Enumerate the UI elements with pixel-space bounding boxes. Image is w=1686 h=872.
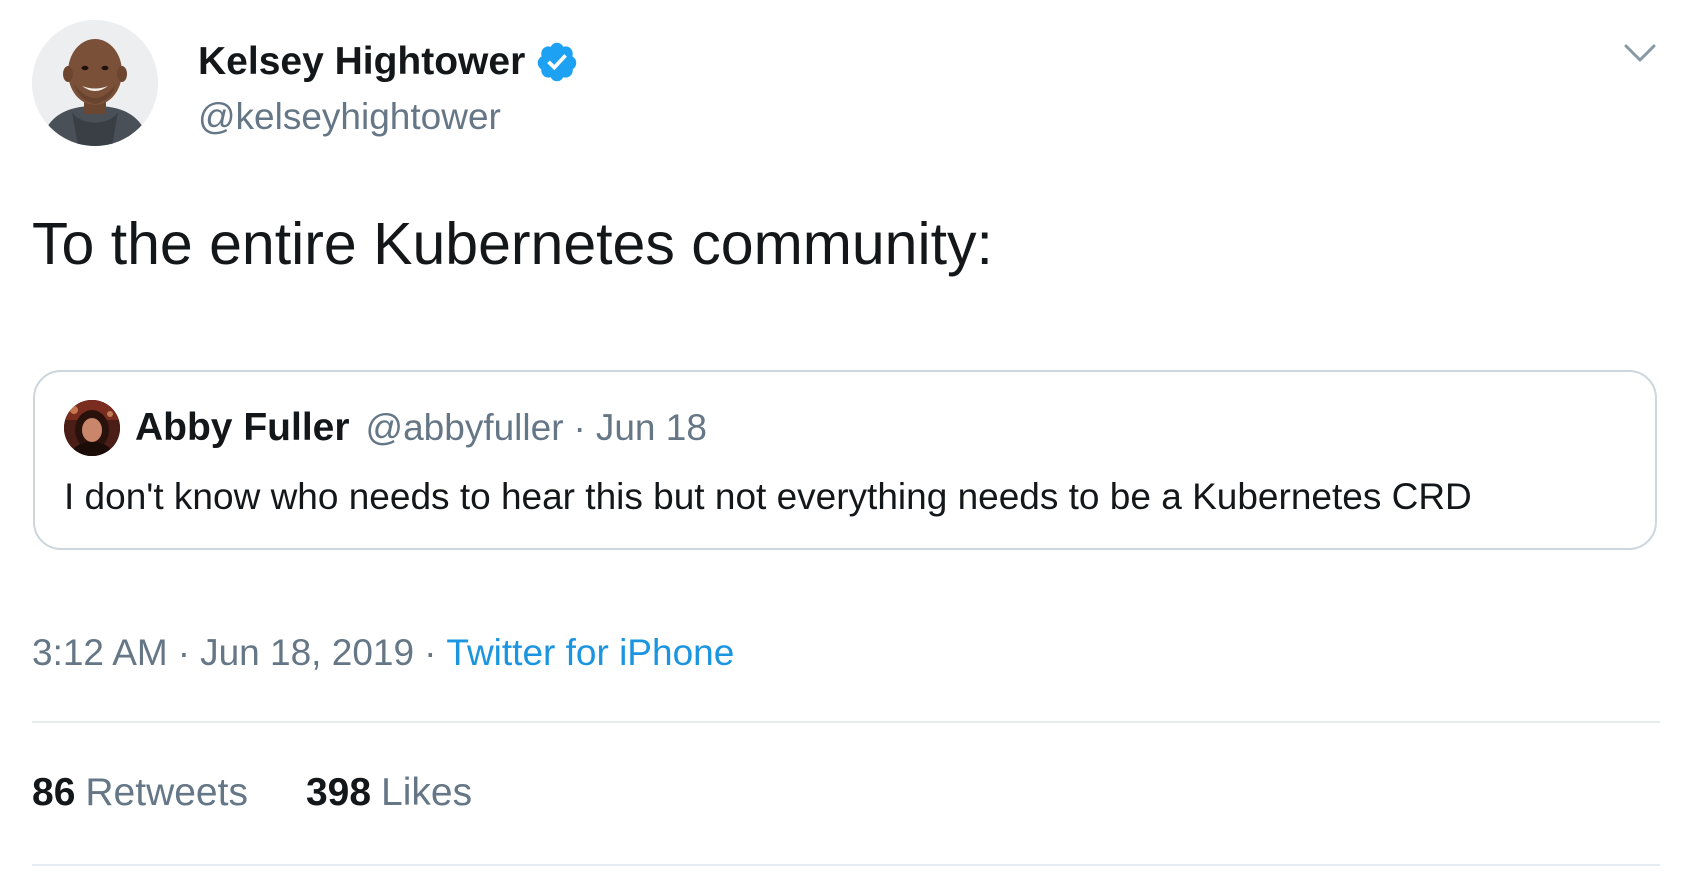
tweet: Kelsey Hightower @kelseyhightower To the…	[0, 0, 1686, 872]
meta-separator: ·	[424, 632, 437, 673]
tweet-stats: 86 Retweets 398 Likes	[32, 768, 472, 818]
tweet-metadata: 3:12 AM · Jun 18, 2019 · Twitter for iPh…	[32, 628, 734, 678]
likes-count: 398	[305, 771, 372, 814]
quoted-author-avatar[interactable]	[64, 400, 120, 456]
quoted-date: Jun 18	[595, 407, 707, 448]
retweets-count: 86	[32, 771, 76, 814]
quoted-tweet-text: I don't know who needs to hear this but …	[64, 476, 1472, 517]
author-avatar-image	[32, 20, 158, 146]
quoted-author-handle: @abbyfuller	[365, 407, 564, 448]
quoted-tweet-card[interactable]: Abby Fuller @abbyfuller · Jun 18 I don't…	[33, 370, 1657, 550]
tweet-text: To the entire Kubernetes community:	[32, 211, 993, 277]
divider	[32, 864, 1660, 866]
retweets-stat[interactable]: 86 Retweets	[32, 768, 248, 818]
likes-stat[interactable]: 398 Likes	[306, 768, 472, 818]
author-name[interactable]: Kelsey Hightower	[198, 38, 525, 86]
chevron-down-icon[interactable]	[1620, 38, 1660, 68]
meta-separator: ·	[177, 632, 191, 673]
tweet-time[interactable]: 3:12 AM	[32, 628, 168, 678]
tweet-source-link[interactable]: Twitter for iPhone	[446, 628, 734, 678]
quoted-author-avatar-image	[64, 400, 120, 456]
retweets-label: Retweets	[85, 771, 248, 814]
quoted-header: Abby Fuller @abbyfuller · Jun 18	[135, 402, 707, 454]
author-handle[interactable]: @kelseyhightower	[198, 94, 501, 140]
verified-badge-icon	[535, 40, 579, 84]
author-name-row: Kelsey Hightower	[198, 38, 579, 86]
quoted-separator: ·	[573, 407, 586, 448]
author-avatar[interactable]	[32, 20, 158, 146]
quoted-author-name: Abby Fuller	[135, 406, 350, 449]
likes-label: Likes	[381, 771, 473, 814]
divider	[32, 721, 1660, 723]
tweet-date[interactable]: Jun 18, 2019	[200, 628, 414, 678]
